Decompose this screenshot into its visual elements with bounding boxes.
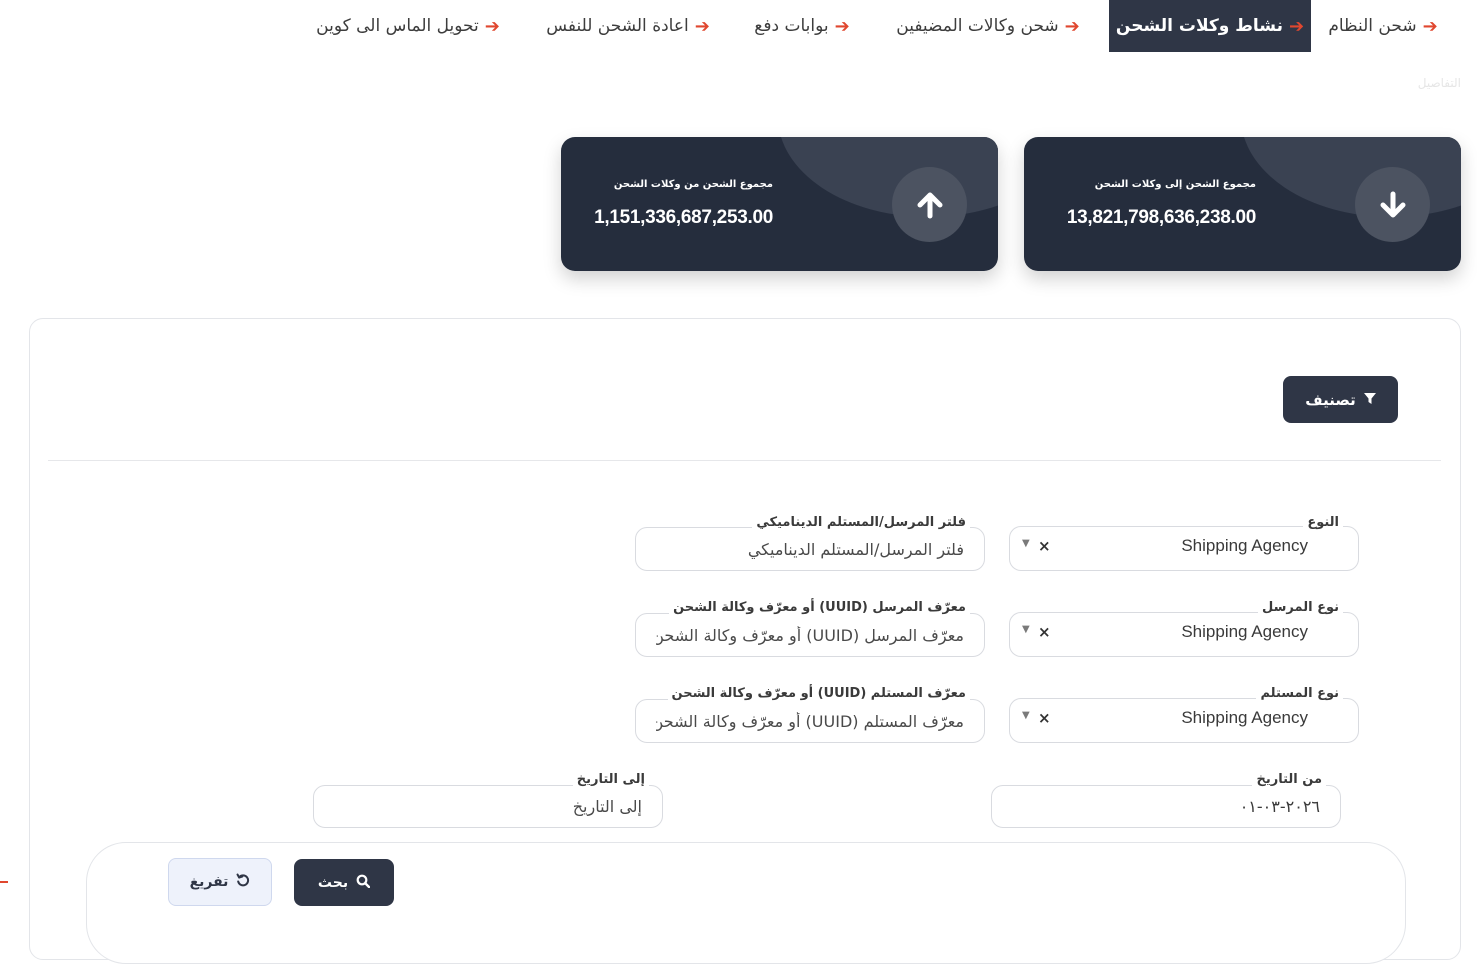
reset-button[interactable]: تفريغ bbox=[168, 858, 272, 906]
to-date-input[interactable] bbox=[314, 786, 662, 827]
arrow-up-icon bbox=[892, 167, 967, 242]
arrow-down-icon bbox=[1355, 167, 1430, 242]
type-label: النوع bbox=[1303, 515, 1343, 530]
tab-shipping-agencies-activity[interactable]: ➔ نشاط وكلات الشحن bbox=[1109, 0, 1311, 52]
tab-label: تحويل الماس الى كوين bbox=[316, 16, 479, 36]
clear-icon[interactable]: × bbox=[1038, 709, 1051, 727]
tab-label: شحن وكالات المضيفين bbox=[896, 16, 1059, 36]
tab-system-charging[interactable]: ➔ شحن النظام bbox=[1311, 0, 1455, 52]
stat-value: 1,151,336,687,253.00 bbox=[594, 207, 773, 228]
search-icon bbox=[356, 874, 371, 892]
to-date-field[interactable] bbox=[313, 785, 663, 828]
tab-bar: ➔ شحن النظام ➔ نشاط وكلات الشحن ➔ شحن وك… bbox=[0, 0, 1477, 52]
divider bbox=[48, 460, 1441, 461]
sender-id-field[interactable] bbox=[635, 613, 985, 657]
receiver-id-label: معرّف المستلم (UUID) أو معرّف وكالة الشح… bbox=[667, 686, 970, 701]
type-select[interactable]: ▼ × Shipping Agency bbox=[1009, 526, 1359, 571]
funnel-icon bbox=[1363, 391, 1376, 409]
clear-icon[interactable]: × bbox=[1038, 623, 1051, 641]
from-date-input[interactable] bbox=[992, 786, 1340, 827]
edge-marker bbox=[0, 881, 8, 883]
undo-icon bbox=[236, 873, 250, 891]
arrow-right-icon: ➔ bbox=[694, 15, 710, 37]
sender-type-label: نوع المرسل bbox=[1258, 600, 1343, 615]
stat-card-charging-to-agencies: مجموع الشحن إلى وكلات الشحن 13,821,798,6… bbox=[1024, 137, 1461, 271]
receiver-id-field[interactable] bbox=[635, 699, 985, 743]
receiver-id-input[interactable] bbox=[636, 700, 984, 742]
actions-bar bbox=[86, 842, 1406, 964]
filter-toggle-button[interactable]: تصنيف bbox=[1283, 376, 1398, 423]
receiver-type-select[interactable]: ▼ × Shipping Agency bbox=[1009, 698, 1359, 743]
caret-down-icon[interactable]: ▼ bbox=[1022, 538, 1030, 549]
dynamic-filter-label: فلتر المرسل/المستلم الديناميكي bbox=[752, 515, 970, 530]
arrow-right-icon: ➔ bbox=[1064, 15, 1080, 37]
tab-host-agencies-charging[interactable]: ➔ شحن وكالات المضيفين bbox=[880, 0, 1096, 52]
arrow-right-icon: ➔ bbox=[834, 15, 850, 37]
tab-self-recharge[interactable]: ➔ اعادة الشحن للنفس bbox=[535, 0, 721, 52]
tab-label: نشاط وكلات الشحن bbox=[1115, 16, 1283, 36]
arrow-right-icon: ➔ bbox=[1422, 15, 1438, 37]
search-button[interactable]: بحث bbox=[294, 859, 394, 906]
tab-label: شحن النظام bbox=[1328, 16, 1417, 36]
caret-down-icon[interactable]: ▼ bbox=[1022, 624, 1030, 635]
dynamic-filter-input[interactable] bbox=[636, 528, 984, 570]
tab-label: بوابات دفع bbox=[754, 16, 829, 36]
from-date-field[interactable] bbox=[991, 785, 1341, 828]
sender-id-label: معرّف المرسل (UUID) أو معرّف وكالة الشحن bbox=[669, 600, 970, 615]
stat-label: مجموع الشحن إلى وكلات الشحن bbox=[1094, 179, 1256, 190]
sender-type-select[interactable]: ▼ × Shipping Agency bbox=[1009, 612, 1359, 657]
breadcrumb: التفاصيل bbox=[1417, 76, 1461, 90]
tab-payment-gateways[interactable]: ➔ بوابات دفع bbox=[738, 0, 866, 52]
reset-button-label: تفريغ bbox=[189, 874, 229, 890]
receiver-type-label: نوع المستلم bbox=[1256, 686, 1343, 701]
type-select-value: Shipping Agency bbox=[1181, 536, 1308, 555]
sender-id-input[interactable] bbox=[636, 614, 984, 656]
tab-label: اعادة الشحن للنفس bbox=[546, 16, 689, 36]
search-button-label: بحث bbox=[317, 874, 349, 891]
stat-value: 13,821,798,636,238.00 bbox=[1066, 207, 1256, 228]
dynamic-filter-field[interactable] bbox=[635, 527, 985, 571]
stat-card-charging-from-agencies: مجموع الشحن من وكلات الشحن 1,151,336,687… bbox=[561, 137, 998, 271]
to-date-label: إلى التاريخ bbox=[572, 772, 649, 787]
stat-label: مجموع الشحن من وكلات الشحن bbox=[613, 179, 773, 190]
arrow-right-icon: ➔ bbox=[1288, 15, 1305, 37]
receiver-type-select-value: Shipping Agency bbox=[1181, 708, 1308, 727]
tab-diamond-to-coin[interactable]: ➔ تحويل الماس الى كوين bbox=[300, 0, 516, 52]
from-date-label: من التاريخ bbox=[1252, 772, 1326, 787]
clear-icon[interactable]: × bbox=[1038, 537, 1051, 555]
filter-toggle-label: تصنيف bbox=[1305, 390, 1356, 409]
sender-type-select-value: Shipping Agency bbox=[1181, 622, 1308, 641]
arrow-right-icon: ➔ bbox=[484, 15, 500, 37]
caret-down-icon[interactable]: ▼ bbox=[1022, 710, 1030, 721]
